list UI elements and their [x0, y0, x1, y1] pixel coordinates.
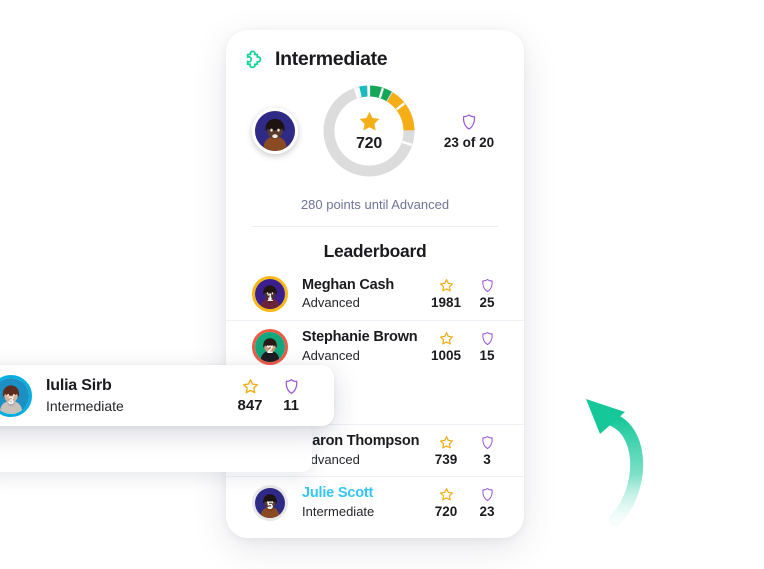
points-stat: 720: [426, 487, 466, 519]
shield-icon: [480, 331, 495, 346]
player-level: Intermediate: [46, 397, 124, 414]
points-stat: 847: [230, 378, 270, 414]
shield-icon: [283, 378, 300, 395]
star-icon: [439, 278, 454, 293]
points-value: 720: [434, 503, 458, 519]
list-item-info: Meghan Cash Advanced: [302, 276, 426, 312]
points-stat: 1005: [426, 331, 466, 363]
star-icon: [439, 331, 454, 346]
player-level: Advanced: [302, 295, 360, 311]
star-icon: [357, 109, 382, 134]
badges-value: 3: [483, 451, 491, 467]
points-stat: 1981: [426, 278, 466, 310]
star-icon: [439, 435, 454, 450]
points-value: 739: [434, 451, 458, 467]
leaderboard-title: Leaderboard: [323, 241, 427, 261]
badges-stat: 11: [276, 378, 306, 414]
points-stat: 739: [426, 435, 466, 467]
shield-icon: [480, 487, 495, 502]
list-item-info: Stephanie Brown Advanced: [302, 328, 426, 364]
badge-count: 23 of 20: [443, 134, 495, 150]
player-name: Stephanie Brown: [302, 329, 418, 346]
badge-stat: 23 of 20: [440, 113, 498, 150]
star-icon: [439, 487, 454, 502]
shield-icon: [461, 113, 477, 131]
badges-value: 11: [283, 396, 299, 414]
aaron-row-backing-card: [0, 424, 312, 472]
player-name: Meghan Cash: [302, 276, 395, 293]
avatar: 1: [252, 276, 288, 312]
badges-value: 23: [479, 503, 495, 519]
puzzle-icon: [244, 49, 266, 71]
player-level: Intermediate: [302, 503, 375, 519]
shield-icon: [480, 435, 495, 450]
player-level: Advanced: [302, 451, 360, 467]
badges-value: 25: [479, 295, 495, 310]
rank-number: 5: [266, 500, 274, 513]
points-value: 1005: [430, 347, 462, 363]
list-item[interactable]: 5 Julie Scott Intermediate 720 23: [226, 476, 524, 528]
rank-number: 3: [7, 395, 15, 408]
avatar: [252, 108, 298, 154]
points-value: 847: [237, 396, 263, 414]
card-header: Intermediate: [226, 30, 524, 71]
rank-number: 2: [266, 344, 274, 357]
player-name: Iulia Sirb: [46, 376, 112, 394]
points-value: 1981: [430, 295, 462, 310]
list-item-info: Aaron Thompson Advanced: [302, 432, 426, 468]
badges-value: 15: [479, 347, 495, 363]
avatar: 3: [0, 374, 32, 417]
current-score: 720: [355, 135, 383, 152]
list-item-info: Iulia Sirb Intermediate: [46, 376, 230, 415]
section-divider: [252, 226, 498, 227]
badges-stat: 25: [472, 278, 502, 310]
rank-number: 1: [266, 291, 274, 304]
player-name: Aaron Thompson: [302, 433, 420, 450]
progress-note: 280 points until Advanced: [300, 197, 450, 212]
player-name: Julie Scott: [302, 485, 374, 502]
shield-icon: [480, 278, 495, 293]
avatar: 5: [252, 484, 288, 521]
badges-stat: 3: [472, 435, 502, 467]
badges-stat: 15: [472, 331, 502, 363]
list-item-info: Julie Scott Intermediate: [302, 484, 426, 520]
player-level: Advanced: [302, 347, 360, 363]
summary-row: 720 23 of 20: [226, 71, 524, 181]
page-title: Intermediate: [275, 48, 388, 70]
list-item[interactable]: 1 Meghan Cash Advanced 1981 25: [226, 268, 524, 320]
avatar: 2: [252, 328, 288, 365]
curved-up-arrow-icon: [560, 368, 670, 528]
star-icon: [242, 378, 259, 395]
progress-donut: 720: [319, 81, 419, 181]
badges-stat: 23: [472, 487, 502, 519]
highlighted-list-item[interactable]: 3 Iulia Sirb Intermediate 847 11: [0, 365, 334, 426]
